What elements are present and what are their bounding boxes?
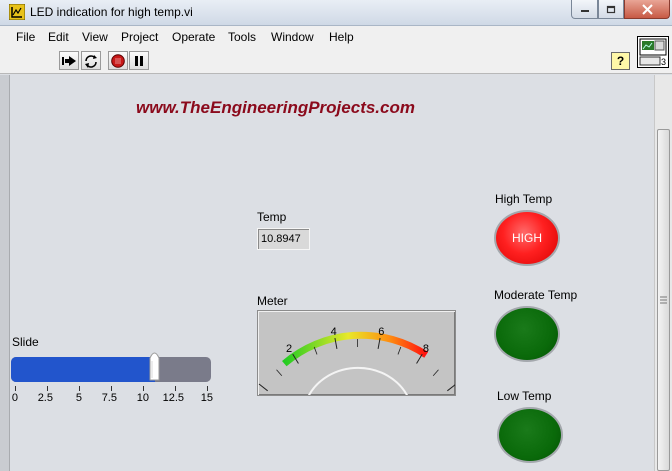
meter-color-arc (282, 331, 429, 367)
meter-tick (276, 369, 283, 377)
meter-tick (313, 346, 318, 355)
slide-tick-mark (207, 386, 208, 391)
slide-tick-mark (47, 386, 48, 391)
window-title: LED indication for high temp.vi (30, 5, 193, 19)
maximize-button[interactable] (598, 0, 624, 19)
low-temp-led[interactable] (497, 407, 563, 463)
slide-tick-label: 10 (136, 392, 150, 404)
meter-dial: 0246810 (258, 326, 456, 395)
slide-tick-mark (79, 386, 80, 391)
close-icon (641, 3, 653, 15)
temp-label: Temp (257, 210, 287, 224)
menu-window[interactable]: Window (271, 30, 314, 44)
close-button[interactable] (624, 0, 670, 19)
vertical-scrollbar[interactable] (654, 75, 672, 471)
run-continuously-button[interactable] (81, 51, 101, 70)
slide-label: Slide (12, 335, 39, 349)
slide-tick-label: 15 (200, 392, 214, 404)
scrollbar-thumb[interactable] (657, 129, 670, 471)
slide-tick-mark (111, 386, 112, 391)
pause-button[interactable] (129, 51, 149, 70)
abort-stop-icon (111, 53, 125, 68)
meter-scale-label: 4 (331, 326, 337, 338)
toolbar: ? (0, 48, 672, 74)
high-temp-led[interactable]: HIGH (494, 210, 560, 266)
meter-tick (397, 346, 402, 355)
title-bar: LED indication for high temp.vi (0, 0, 672, 26)
meter-tick (432, 369, 439, 377)
slide-track[interactable] (11, 357, 211, 382)
menu-edit[interactable]: Edit (48, 30, 69, 44)
restore-icon (606, 5, 616, 14)
menu-bar: File Edit View Project Operate Tools Win… (0, 26, 672, 48)
slide-tick-label: 2.5 (37, 392, 53, 404)
moderate-temp-led[interactable] (494, 306, 560, 362)
slide-tick-mark (143, 386, 144, 391)
meter-inner-arc (307, 366, 409, 395)
slide-tick-label: 5 (75, 392, 83, 404)
run-button[interactable] (59, 51, 79, 70)
moderate-temp-led-text (496, 308, 558, 360)
moderate-temp-label: Moderate Temp (494, 288, 578, 302)
abort-button[interactable] (108, 51, 128, 70)
grip-icon (660, 296, 667, 304)
menu-operate[interactable]: Operate (172, 30, 215, 44)
menu-help[interactable]: Help (329, 30, 354, 44)
temp-indicator: 10.8947 (257, 228, 310, 250)
meter-label: Meter (257, 294, 288, 308)
run-continuously-icon (85, 54, 97, 68)
slide-tick-label: 0 (11, 392, 19, 404)
slide-tick-label: 7.5 (101, 392, 117, 404)
meter-gauge: 0246810 (257, 310, 456, 396)
meter-scale-label: 8 (423, 343, 429, 355)
low-temp-label: Low Temp (497, 389, 552, 403)
labview-app-icon (9, 4, 25, 20)
menu-project[interactable]: Project (121, 30, 158, 44)
minimize-button[interactable] (571, 0, 598, 19)
high-temp-led-text: HIGH (512, 231, 542, 245)
meter-tick (416, 353, 423, 364)
menu-tools[interactable]: Tools (228, 30, 256, 44)
pause-icon (135, 55, 143, 66)
panel-left-gutter (0, 75, 10, 471)
high-temp-label: High Temp (495, 192, 553, 206)
meter-scale-label: 2 (286, 343, 292, 355)
slide-thumb[interactable] (148, 348, 161, 381)
slide-tick-mark (175, 386, 176, 391)
slide-tick-mark (15, 386, 16, 391)
minimize-icon (580, 10, 589, 12)
vi-connector-icon[interactable]: 3 (637, 36, 669, 68)
vi-icon-badge: 3 (660, 57, 666, 67)
context-help-button[interactable]: ? (611, 52, 630, 70)
slide-fill (11, 357, 155, 382)
meter-tick (258, 383, 268, 392)
meter-scale-label: 10 (455, 375, 456, 387)
run-arrow-icon (62, 55, 76, 66)
website-caption: www.TheEngineeringProjects.com (136, 98, 415, 117)
meter-scale-label: 6 (378, 326, 384, 338)
menu-file[interactable]: File (16, 30, 35, 44)
menu-view[interactable]: View (82, 30, 108, 44)
low-temp-led-text (499, 409, 561, 461)
slide-tick-label: 12.5 (162, 392, 185, 404)
